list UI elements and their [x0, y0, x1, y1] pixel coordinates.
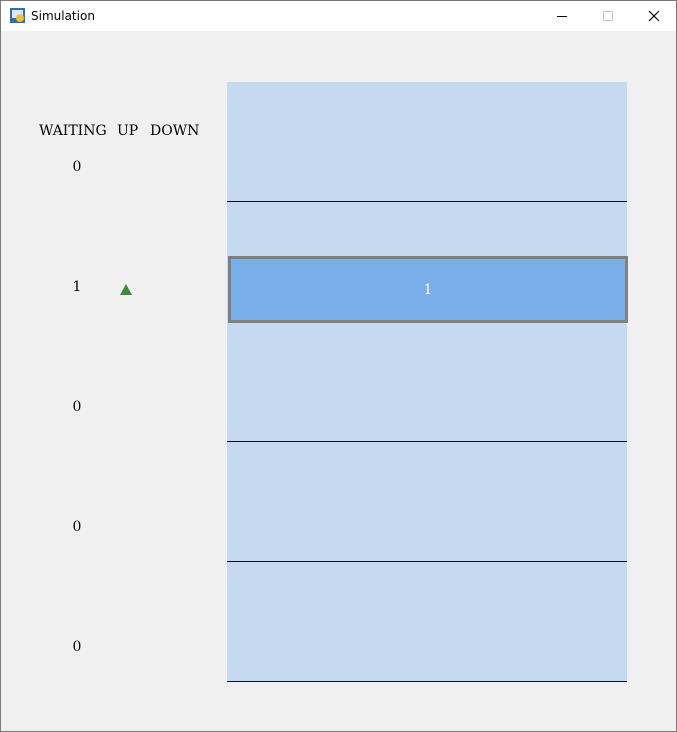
floor-divider: [227, 561, 627, 562]
down-column-header: DOWN: [150, 123, 200, 139]
maximize-icon: [603, 11, 613, 21]
floor-divider: [227, 201, 627, 202]
up-column-header: UP: [117, 123, 139, 139]
window-title: Simulation: [31, 9, 95, 23]
floor-waiting-count: 1: [72, 279, 82, 295]
up-arrow-icon: [120, 284, 132, 295]
simulation-window: Simulation WAITING UP DOWN 0 1 0 0 0 1: [0, 0, 677, 732]
python-app-icon: [10, 8, 25, 23]
elevator-shaft: 1: [227, 82, 628, 682]
floor-waiting-count: 0: [72, 399, 82, 415]
minimize-button[interactable]: [539, 1, 585, 31]
floor-waiting-count: 0: [72, 159, 82, 175]
simulation-canvas: WAITING UP DOWN 0 1 0 0 0 1: [1, 31, 676, 731]
maximize-button[interactable]: [585, 1, 631, 31]
waiting-column-header: WAITING: [39, 123, 107, 139]
elevator-car-label: 1: [423, 281, 433, 298]
minimize-icon: [557, 16, 567, 17]
title-bar[interactable]: Simulation: [1, 1, 676, 31]
elevator-car: 1: [228, 256, 628, 323]
floor-waiting-count: 0: [72, 639, 82, 655]
close-icon: [648, 10, 660, 22]
close-button[interactable]: [631, 1, 677, 31]
floor-waiting-count: 0: [72, 519, 82, 535]
floor-divider: [227, 681, 627, 682]
floor-divider: [227, 441, 627, 442]
